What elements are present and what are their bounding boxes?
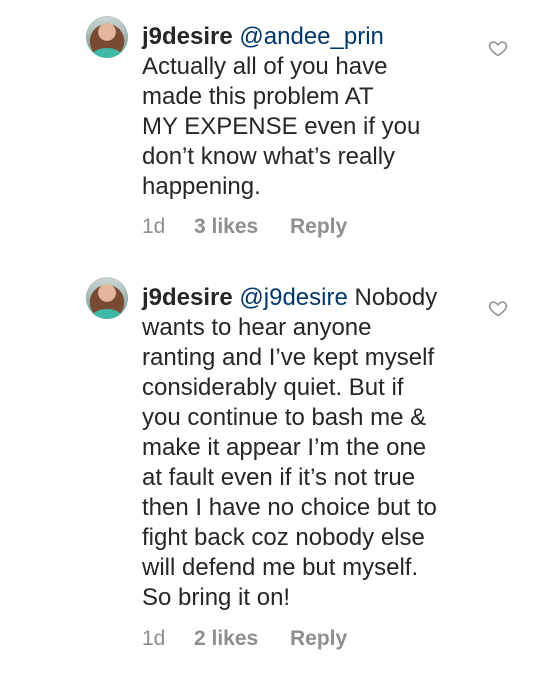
heart-outline-icon[interactable] <box>488 38 508 58</box>
likes-count[interactable]: 2 likes <box>194 627 290 651</box>
comment-text-line: considerably quiet. But if <box>142 374 404 401</box>
likes-count[interactable]: 3 likes <box>194 215 290 239</box>
avatar[interactable] <box>86 16 128 58</box>
comment-text-line: then I have no choice but to <box>142 494 437 521</box>
comment-text-line: make it appear I’m the one <box>142 434 427 461</box>
comment-text-line: So bring it on! <box>142 584 291 611</box>
comment-meta: 1d 2 likes Reply <box>142 627 347 651</box>
reply-button[interactable]: Reply <box>290 627 347 651</box>
comment-text: Nobody <box>354 284 438 311</box>
reply-button[interactable]: Reply <box>290 215 347 239</box>
comment-body: j9desire @andee_prin Actually all of you… <box>142 22 472 202</box>
username[interactable]: j9desire <box>142 284 233 311</box>
comment-text-line: Actually all of you have <box>142 53 388 80</box>
comment-text-line: at fault even if it’s not true <box>142 464 416 491</box>
comment-text-line: wants to hear anyone <box>142 314 372 341</box>
comment-text-line: made this problem AT <box>142 83 374 110</box>
comment-text-line: will defend me but myself. <box>142 554 419 581</box>
comment-meta: 1d 3 likes Reply <box>142 215 347 239</box>
mention-link[interactable]: @andee_prin <box>239 23 383 50</box>
heart-outline-icon[interactable] <box>488 298 508 318</box>
comment-first-line: j9desire @j9desire Nobody <box>142 283 472 313</box>
mention-link[interactable]: @j9desire <box>239 284 347 311</box>
comment-text-line: don’t know what’s really <box>142 143 396 170</box>
comment-first-line: j9desire @andee_prin <box>142 22 472 52</box>
comment-text-line: fight back coz nobody else <box>142 524 425 551</box>
comment-text-line: MY EXPENSE even if you <box>142 113 421 140</box>
comment-text-line: happening. <box>142 173 261 200</box>
timestamp: 1d <box>142 215 166 238</box>
username[interactable]: j9desire <box>142 23 233 50</box>
comment-text-line: ranting and I’ve kept myself <box>142 344 435 371</box>
comment-text-line: you continue to bash me & <box>142 404 427 431</box>
avatar[interactable] <box>86 277 128 319</box>
timestamp: 1d <box>142 627 166 650</box>
comment-body: j9desire @j9desire Nobody wants to hear … <box>142 283 472 613</box>
